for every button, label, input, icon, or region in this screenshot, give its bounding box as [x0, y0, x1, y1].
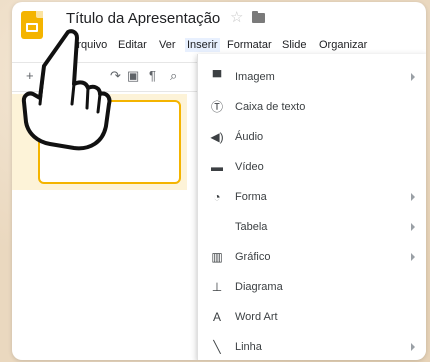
line-icon: ╲ — [213, 340, 221, 354]
zoom-icon[interactable]: ⌕ — [170, 68, 177, 84]
folder-icon[interactable] — [252, 11, 265, 23]
menu-formatar[interactable]: Formatar — [225, 38, 274, 52]
submenu-arrow-icon — [411, 253, 415, 261]
menu-item-label: Tabela — [235, 221, 268, 233]
menu-slide[interactable]: Slide — [280, 38, 308, 52]
chart-icon: ▥ — [211, 250, 223, 264]
menu-item-label: Caixa de texto — [235, 101, 306, 113]
menu-item-label: Gráfico — [235, 251, 271, 263]
menu-ver[interactable]: Ver — [157, 38, 178, 52]
menu-item-imagem[interactable]: ▀ Imagem — [198, 62, 426, 92]
menu-item-word-art[interactable]: A Word Art — [198, 302, 426, 332]
text-box-icon: Ⓣ — [210, 100, 223, 114]
pointing-hand-icon — [21, 29, 112, 151]
menu-item-label: Áudio — [235, 131, 264, 143]
submenu-arrow-icon — [411, 193, 415, 201]
menu-item-label: Forma — [235, 191, 267, 203]
menu-inserir[interactable]: Inserir — [185, 38, 220, 52]
menu-item-grafico[interactable]: ▥ Gráfico — [198, 242, 426, 272]
menu-editar[interactable]: Editar — [116, 38, 149, 52]
menu-item-label: Imagem — [235, 71, 275, 83]
menu-organizar[interactable]: Organizar — [317, 38, 369, 52]
star-icon[interactable]: ☆ — [230, 8, 243, 26]
menu-item-label: Vídeo — [235, 161, 264, 173]
image-icon: ▀ — [212, 70, 222, 84]
menu-item-video[interactable]: ▬ Vídeo — [198, 152, 426, 182]
menu-item-caixa-de-texto[interactable]: Ⓣ Caixa de texto — [198, 92, 426, 122]
document-title[interactable]: Título da Apresentação — [66, 10, 220, 27]
submenu-arrow-icon — [411, 343, 415, 351]
shape-icon: ◔ — [213, 190, 221, 204]
menu-item-audio[interactable]: ◀) Áudio — [198, 122, 426, 152]
menu-item-label: Word Art — [235, 311, 278, 323]
menu-item-forma[interactable]: ◔ Forma — [198, 182, 426, 212]
menu-item-label: Diagrama — [235, 281, 283, 293]
menu-item-linha[interactable]: ╲ Linha — [198, 332, 426, 360]
insert-menu: ▀ Imagem Ⓣ Caixa de texto ◀) Áudio ▬ Víd… — [197, 54, 426, 360]
paint-format-icon[interactable]: ¶ — [149, 68, 156, 83]
word-art-icon: A — [212, 310, 221, 324]
menu-item-tabela[interactable]: Tabela — [198, 212, 426, 242]
menu-item-diagrama[interactable]: ⊥ Diagrama — [198, 272, 426, 302]
audio-icon: ◀) — [210, 130, 224, 144]
diagram-icon: ⊥ — [211, 280, 223, 294]
submenu-arrow-icon — [411, 73, 415, 81]
menu-item-label: Linha — [235, 341, 262, 353]
video-icon: ▬ — [211, 160, 223, 174]
submenu-arrow-icon — [411, 223, 415, 231]
print-icon[interactable]: ▣ — [127, 68, 139, 84]
